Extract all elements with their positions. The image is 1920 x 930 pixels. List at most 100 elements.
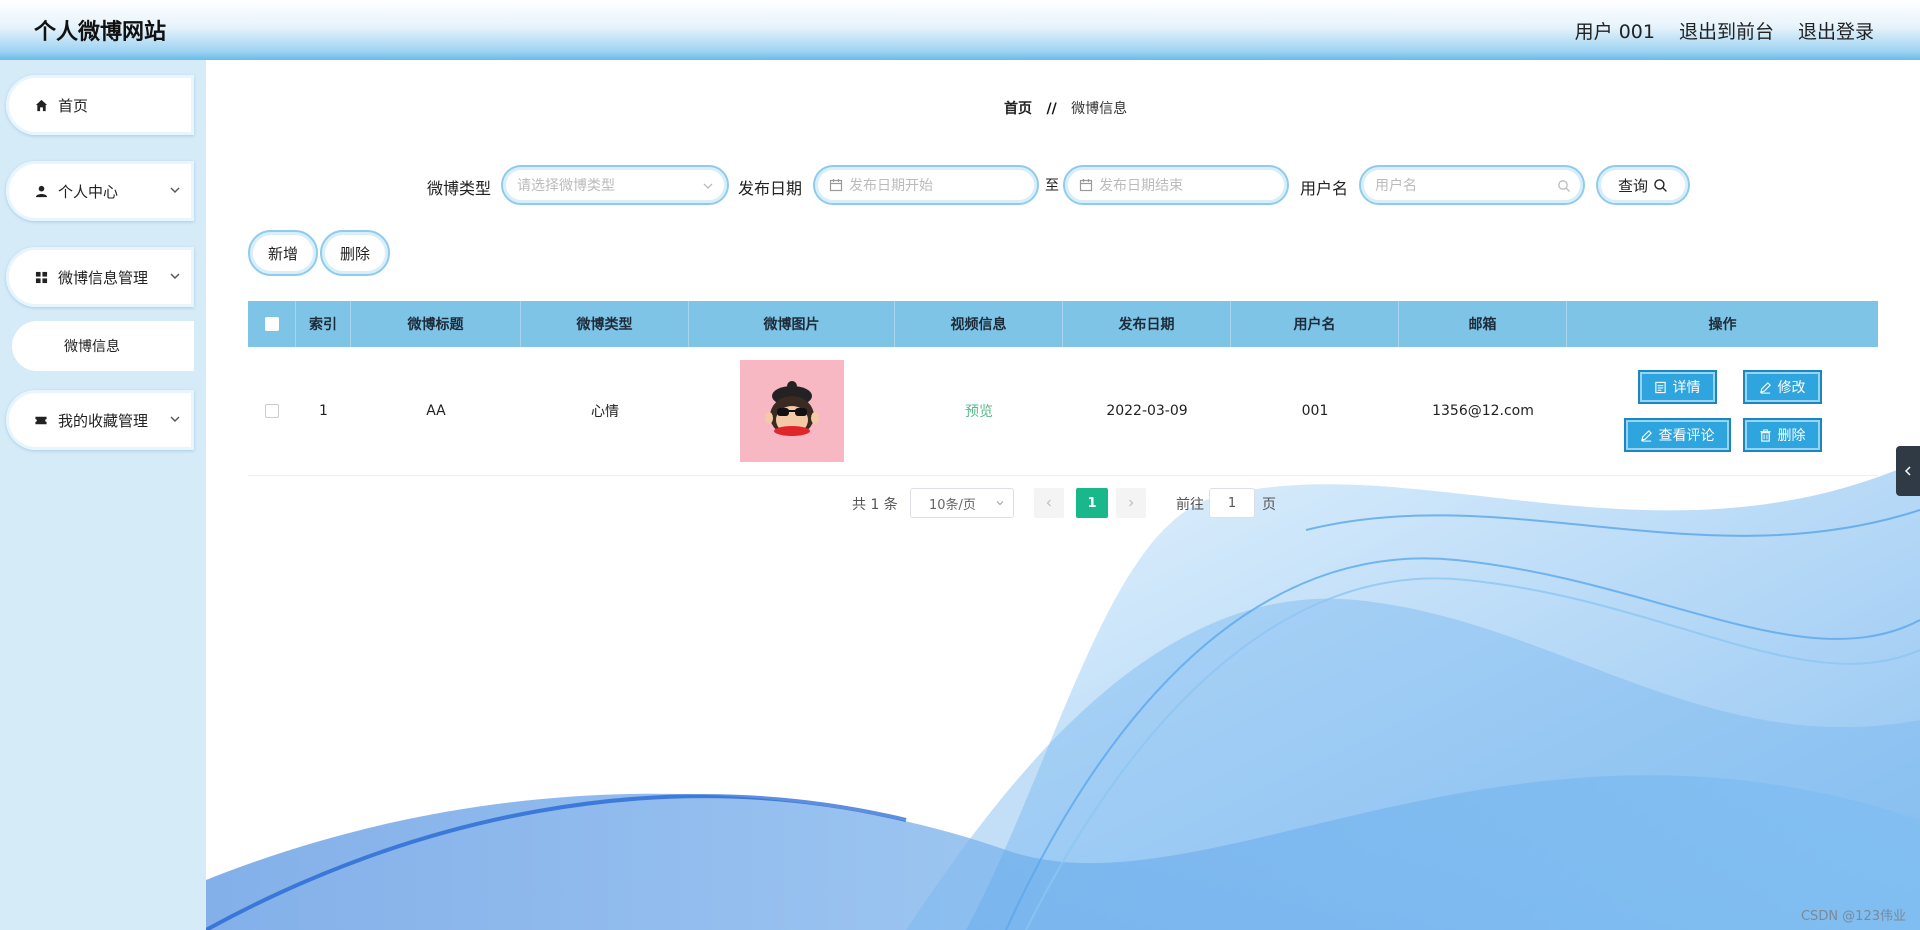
trash-icon	[1759, 428, 1771, 442]
logout-link[interactable]: 退出登录	[1798, 17, 1874, 44]
detail-button[interactable]: 详情	[1637, 370, 1717, 404]
breadcrumb: 首页 // 微博信息	[1004, 98, 1127, 118]
sidebar-subitem-weibo-info[interactable]: 微博信息	[12, 321, 194, 371]
delete-button-label: 删除	[1777, 428, 1806, 444]
date-start-input[interactable]: 发布日期开始	[813, 165, 1039, 205]
type-label: 微博类型	[427, 179, 492, 198]
chevron-down-icon	[170, 416, 180, 422]
video-preview-link[interactable]: 预览	[965, 401, 993, 421]
page-suffix: 页	[1262, 497, 1276, 513]
date-end-input[interactable]: 发布日期结束	[1063, 165, 1289, 205]
page-size-select[interactable]: 10条/页	[910, 488, 1014, 518]
cell-video: 预览	[895, 347, 1063, 475]
breadcrumb-separator: //	[1046, 101, 1057, 117]
edit-button-label: 修改	[1777, 380, 1806, 396]
cell-email: 1356@12.com	[1432, 403, 1534, 419]
select-all-cell	[248, 301, 296, 347]
col-image: 微博图片	[689, 301, 895, 347]
col-username: 用户名	[1231, 301, 1399, 347]
chevron-down-icon	[170, 273, 180, 279]
current-user-label: 用户 001	[1574, 21, 1655, 43]
page-size-value: 10条/页	[929, 497, 976, 513]
add-button[interactable]: 新增	[248, 230, 318, 276]
chevron-left-icon	[1904, 466, 1911, 476]
chevron-right-icon	[1129, 499, 1134, 507]
user-icon	[34, 184, 48, 198]
row-select-cell	[248, 347, 296, 475]
query-button[interactable]: 查询	[1596, 165, 1690, 205]
type-select[interactable]: 请选择微博类型	[501, 165, 729, 205]
main-content: 首页 // 微博信息 微博类型 请选择微博类型 发布日期 发布日期开始 至 发布…	[206, 60, 1920, 930]
col-type: 微博类型	[521, 301, 689, 347]
site-title: 个人微博网站	[34, 20, 167, 45]
sidebar-item-label: 我的收藏管理	[58, 411, 149, 430]
breadcrumb-current: 微博信息	[1071, 101, 1128, 117]
col-email: 邮箱	[1399, 301, 1567, 347]
date-end-placeholder: 发布日期结束	[1099, 178, 1183, 194]
breadcrumb-home[interactable]: 首页	[1004, 101, 1032, 117]
sidebar-item-weibo-management[interactable]: 微博信息管理	[6, 247, 194, 307]
home-icon	[34, 98, 48, 112]
view-comments-button[interactable]: 查看评论	[1623, 418, 1731, 452]
edit-icon	[1640, 429, 1652, 442]
back-to-front-link[interactable]: 退出到前台	[1679, 17, 1774, 44]
cell-title: AA	[426, 403, 446, 419]
side-panel-toggle[interactable]	[1896, 446, 1920, 496]
sidebar-item-label: 微博信息管理	[58, 268, 149, 287]
username-input[interactable]: 用户名	[1359, 165, 1585, 205]
sidebar: 首页 个人中心 微博信息管理 微博信息 我的收藏管理	[0, 60, 206, 930]
detail-button-label: 详情	[1672, 380, 1701, 396]
prev-page-button[interactable]	[1034, 488, 1064, 518]
date-label: 发布日期	[738, 179, 803, 198]
sidebar-item-personal-center[interactable]: 个人中心	[6, 161, 194, 221]
search-icon	[1654, 178, 1667, 192]
header-links: 用户 001 退出到前台 退出登录	[1575, 17, 1874, 44]
edit-button[interactable]: 修改	[1742, 370, 1822, 404]
col-date: 发布日期	[1063, 301, 1231, 347]
edit-icon	[1759, 381, 1771, 394]
type-select-placeholder: 请选择微博类型	[517, 178, 615, 194]
weibo-table: 索引 微博标题 微博类型 微博图片 视频信息 发布日期 用户名 邮箱 操作 1 …	[248, 301, 1878, 476]
chevron-left-icon	[1046, 499, 1051, 507]
col-index: 索引	[296, 301, 351, 347]
search-bar: 微博类型 请选择微博类型 发布日期 发布日期开始 至 发布日期结束 用户名 用户…	[206, 165, 1920, 205]
chevron-down-icon	[170, 187, 180, 193]
col-title: 微博标题	[351, 301, 521, 347]
query-button-label: 查询	[1617, 176, 1648, 195]
top-header: 个人微博网站 用户 001 退出到前台 退出登录	[0, 0, 1920, 60]
search-icon	[1558, 180, 1570, 192]
username-label: 用户名	[1300, 179, 1349, 198]
weibo-thumbnail[interactable]	[740, 360, 844, 462]
batch-delete-button[interactable]: 删除	[320, 230, 390, 276]
col-actions: 操作	[1708, 317, 1737, 333]
sidebar-item-label: 首页	[58, 96, 89, 115]
ticket-icon	[34, 413, 48, 427]
col-video: 视频信息	[895, 301, 1063, 347]
sidebar-item-favorites-management[interactable]: 我的收藏管理	[6, 390, 194, 450]
watermark: CSDN @123伟业	[1800, 909, 1906, 924]
grid-icon	[34, 270, 48, 284]
select-all-checkbox[interactable]	[264, 317, 279, 331]
table-row: 1 AA 心情 预览 2022-03-09 001 1356@12.com 详情…	[248, 347, 1878, 476]
calendar-icon	[1079, 179, 1093, 192]
monkey-avatar-image	[765, 381, 819, 436]
cell-actions: 详情 修改 查看评论 删除	[1567, 347, 1878, 475]
next-page-button[interactable]	[1116, 488, 1146, 518]
goto-page-input[interactable]: 1	[1209, 488, 1255, 518]
calendar-icon	[829, 179, 843, 192]
cell-type: 心情	[591, 404, 619, 420]
pagination-total: 共 1 条	[852, 497, 898, 513]
delete-button[interactable]: 删除	[1742, 418, 1822, 452]
sidebar-item-home[interactable]: 首页	[6, 75, 194, 135]
row-checkbox[interactable]	[265, 404, 279, 418]
cell-index: 1	[319, 403, 328, 419]
date-start-placeholder: 发布日期开始	[849, 178, 933, 194]
cell-image	[689, 347, 895, 475]
username-placeholder: 用户名	[1375, 178, 1417, 194]
row-actions: 详情 修改 查看评论 删除	[1623, 370, 1822, 452]
date-to-label: 至	[1045, 178, 1059, 194]
view-comments-label: 查看评论	[1658, 428, 1715, 444]
chevron-down-icon	[703, 183, 713, 189]
page-number-current[interactable]: 1	[1076, 488, 1108, 518]
document-icon	[1654, 381, 1666, 393]
